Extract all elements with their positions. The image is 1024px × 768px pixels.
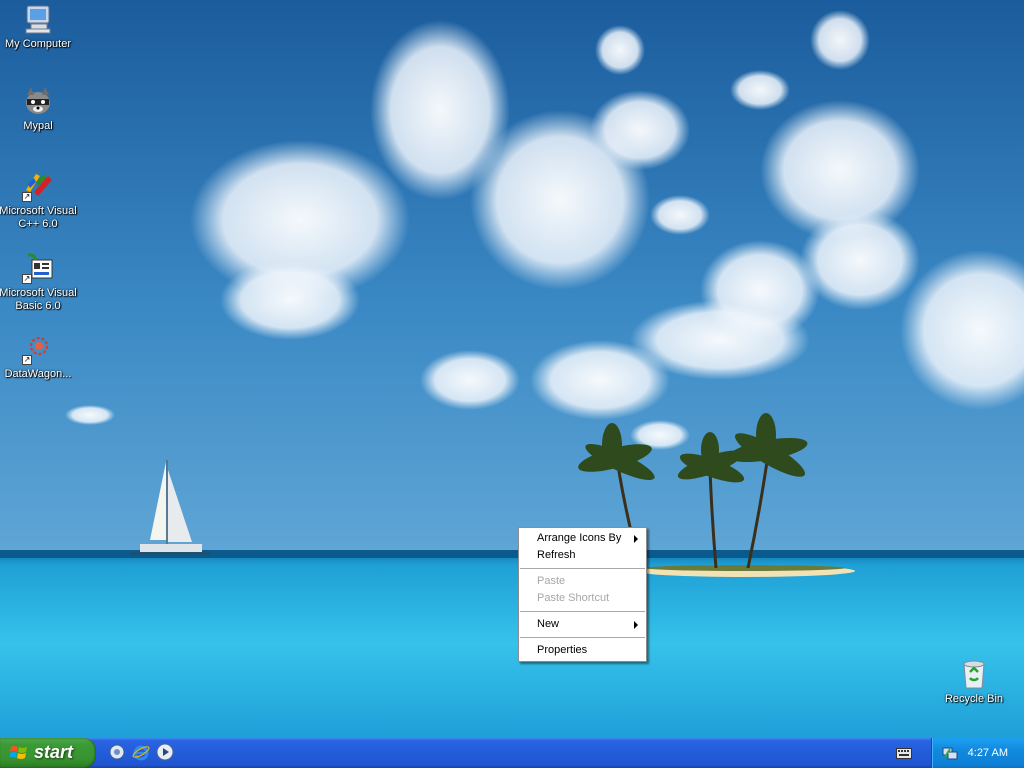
desktop-icon-label: Microsoft Visual Basic 6.0 (0, 287, 77, 312)
start-label: start (34, 742, 74, 762)
desktop-icon-label: Mypal (23, 120, 53, 132)
mypal-icon (22, 85, 54, 117)
desktop-icon-datawagon[interactable]: ↗ DataWagon... (0, 333, 78, 381)
menu-separator (520, 568, 645, 569)
taskbar: start 4:27 AM (0, 738, 1024, 768)
menu-separator (520, 611, 645, 612)
menu-item-refresh[interactable]: Refresh (519, 547, 646, 564)
shortcut-arrow-icon: ↗ (22, 192, 32, 202)
windows-flag-icon (9, 745, 28, 761)
menu-item-new[interactable]: New (519, 616, 646, 633)
menu-item-label: Refresh (537, 549, 576, 561)
desktop-icon-my-computer[interactable]: My Computer (0, 3, 78, 51)
desktop-icon-mypal[interactable]: Mypal (0, 85, 78, 133)
my-computer-icon (22, 3, 54, 35)
desktop-icon-label: Recycle Bin (944, 693, 1004, 705)
menu-item-label: Properties (537, 644, 588, 656)
menu-item-paste: Paste (519, 573, 646, 590)
desktop-icon-label: Microsoft Visual C++ 6.0 (0, 205, 77, 230)
submenu-arrow-icon (634, 621, 638, 629)
menu-item-label: New (537, 618, 560, 630)
shortcut-arrow-icon: ↗ (22, 274, 32, 284)
desktop-icon-label: My Computer (4, 38, 72, 50)
show-desktop-icon[interactable] (108, 743, 126, 761)
keyboard-icon[interactable] (896, 748, 912, 759)
menu-item-paste-shortcut: Paste Shortcut (519, 590, 646, 607)
desktop-icon-label: DataWagon... (4, 368, 72, 380)
visual-cpp-icon: ↗ (22, 170, 54, 202)
visual-basic-icon: ↗ (22, 252, 54, 284)
datawagon-icon: ↗ (22, 333, 54, 365)
recycle-bin-icon (958, 658, 990, 690)
media-player-icon[interactable] (156, 743, 174, 761)
shortcut-arrow-icon: ↗ (22, 355, 32, 365)
menu-item-properties[interactable]: Properties (519, 642, 646, 659)
menu-item-arrange-icons-by[interactable]: Arrange Icons By (519, 530, 646, 547)
system-tray: 4:27 AM (931, 738, 1024, 768)
menu-separator (520, 637, 645, 638)
desktop-wallpaper[interactable] (0, 0, 1024, 738)
start-button[interactable]: start (0, 738, 96, 768)
desktop-context-menu: Arrange Icons By Refresh Paste Paste Sho… (518, 527, 647, 662)
menu-item-label: Paste (537, 575, 566, 587)
desktop-icon-recycle-bin[interactable]: Recycle Bin (934, 658, 1014, 706)
network-icon[interactable] (942, 745, 958, 761)
desktop-icon-visual-cpp[interactable]: ↗ Microsoft Visual C++ 6.0 (0, 170, 78, 231)
submenu-arrow-icon (634, 535, 638, 543)
internet-explorer-icon[interactable] (132, 743, 150, 761)
menu-item-label: Arrange Icons By (537, 532, 622, 544)
desktop-icon-visual-basic[interactable]: ↗ Microsoft Visual Basic 6.0 (0, 252, 78, 313)
tray-clock[interactable]: 4:27 AM (968, 747, 1008, 759)
menu-item-label: Paste Shortcut (537, 592, 610, 604)
